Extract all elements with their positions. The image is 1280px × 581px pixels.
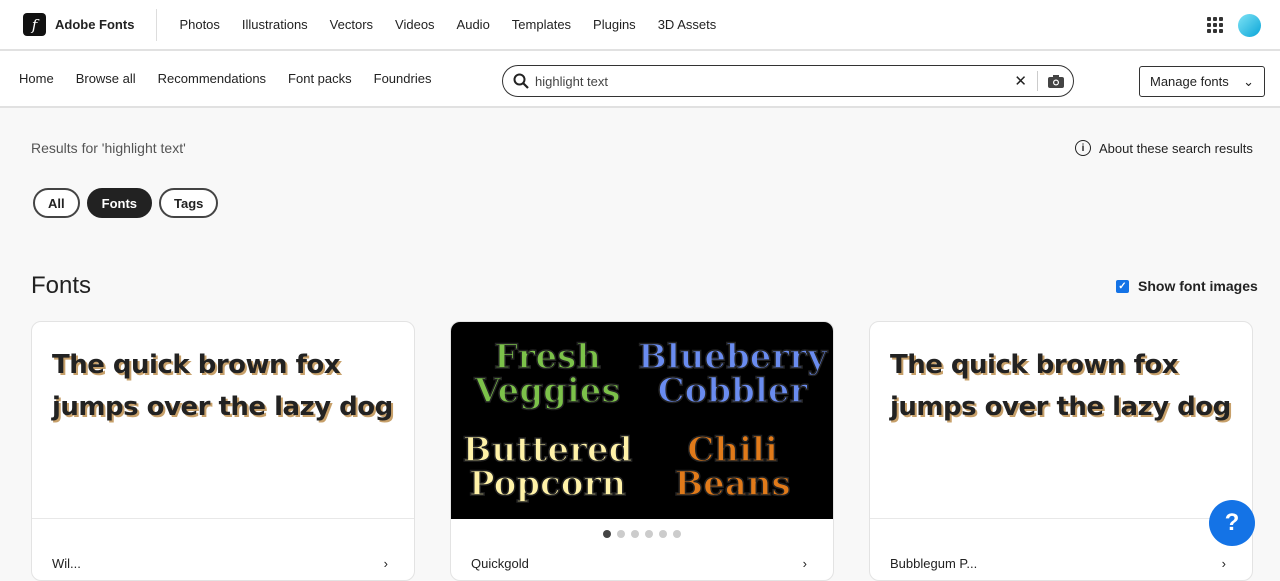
subnav-recommendations[interactable]: Recommendations xyxy=(158,71,266,86)
about-label: About these search results xyxy=(1099,140,1253,156)
section-title: Fonts xyxy=(31,272,92,299)
font-name[interactable]: Bubblegum P... xyxy=(890,556,977,571)
font-card[interactable]: The quick brown fox jumps over the lazy … xyxy=(31,321,415,581)
filter-tags[interactable]: Tags xyxy=(159,188,219,218)
font-card[interactable]: The quick brown fox jumps over the lazy … xyxy=(869,321,1253,581)
subnav-home[interactable]: Home xyxy=(19,71,54,86)
divider xyxy=(156,8,158,41)
chevron-down-icon: ⌄ xyxy=(1243,73,1254,89)
results-text: Results for 'highlight text' xyxy=(31,140,186,156)
search-input[interactable] xyxy=(535,73,1015,89)
font-name[interactable]: Wil... xyxy=(52,556,81,571)
font-sample: The quick brown fox jumps over the lazy … xyxy=(870,322,1252,519)
about-results-link[interactable]: i About these search results xyxy=(1075,140,1253,156)
manage-fonts-button[interactable]: Manage fonts ⌄ xyxy=(1139,66,1265,97)
filter-all[interactable]: All xyxy=(33,188,80,218)
info-icon: i xyxy=(1075,140,1091,156)
help-button[interactable]: ? xyxy=(1209,500,1255,546)
manage-fonts-label: Manage fonts xyxy=(1150,74,1229,89)
font-sample: The quick brown fox jumps over the lazy … xyxy=(32,322,414,519)
nav-audio[interactable]: Audio xyxy=(457,17,490,32)
font-image: Fresh Veggies Blueberry Cobbler Buttered… xyxy=(451,322,833,519)
chevron-right-icon[interactable]: › xyxy=(384,556,388,571)
subnav-foundries[interactable]: Foundries xyxy=(374,71,432,86)
app-switcher-icon[interactable] xyxy=(1207,17,1223,33)
carousel-dots[interactable] xyxy=(451,530,833,538)
font-card[interactable]: Fresh Veggies Blueberry Cobbler Buttered… xyxy=(450,321,834,581)
adobe-fonts-logo[interactable]: f xyxy=(23,13,46,36)
chevron-right-icon[interactable]: › xyxy=(803,556,807,571)
search-icon xyxy=(513,73,529,89)
top-nav: f Adobe Fonts Photos Illustrations Vecto… xyxy=(0,0,1280,51)
show-font-images-checkbox[interactable]: ✓ Show font images xyxy=(1116,278,1258,294)
subnav-font-packs[interactable]: Font packs xyxy=(288,71,352,86)
chevron-right-icon[interactable]: › xyxy=(1222,556,1226,571)
camera-search-icon[interactable] xyxy=(1037,71,1073,91)
filter-pills: All Fonts Tags xyxy=(33,188,219,218)
font-name[interactable]: Quickgold xyxy=(471,556,529,571)
filter-fonts[interactable]: Fonts xyxy=(86,188,153,218)
checkmark-icon: ✓ xyxy=(1116,279,1129,293)
nav-plugins[interactable]: Plugins xyxy=(593,17,636,32)
image-word: Buttered Popcorn xyxy=(462,429,633,504)
image-word: Blueberry Cobbler xyxy=(637,337,828,412)
nav-templates[interactable]: Templates xyxy=(512,17,571,32)
clear-icon[interactable]: ✕ xyxy=(1014,72,1027,90)
image-word: Fresh Veggies xyxy=(474,337,622,412)
avatar[interactable] xyxy=(1238,14,1261,37)
nav-videos[interactable]: Videos xyxy=(395,17,435,32)
nav-illustrations[interactable]: Illustrations xyxy=(242,17,308,32)
subnav-browse-all[interactable]: Browse all xyxy=(76,71,136,86)
brand-name[interactable]: Adobe Fonts xyxy=(55,17,134,32)
show-images-label: Show font images xyxy=(1138,278,1258,294)
search-bar: ✕ xyxy=(502,65,1074,97)
image-word: Chili Beans xyxy=(674,429,792,504)
nav-photos[interactable]: Photos xyxy=(179,17,219,32)
sub-nav: Home Browse all Recommendations Font pac… xyxy=(0,51,1280,108)
nav-vectors[interactable]: Vectors xyxy=(330,17,373,32)
nav-3d-assets[interactable]: 3D Assets xyxy=(658,17,717,32)
question-icon: ? xyxy=(1224,509,1240,536)
